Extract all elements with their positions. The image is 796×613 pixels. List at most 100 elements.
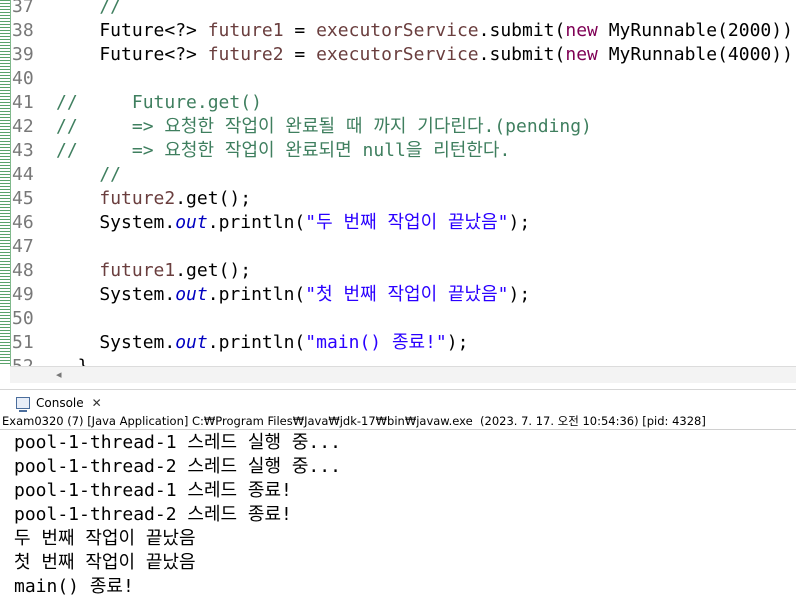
code-text: } xyxy=(56,355,89,366)
line-number: 38 xyxy=(12,20,34,41)
code-token: .get(); xyxy=(175,260,252,281)
code-token: // Future.get() xyxy=(56,92,262,113)
code-token: out xyxy=(175,284,208,305)
console-tab-bar: Console ✕ xyxy=(0,389,796,414)
code-token: // => 요청한 작업이 완료되면 null을 리턴한다. xyxy=(56,140,511,161)
code-line: 52 } xyxy=(0,355,796,366)
code-token: out xyxy=(175,332,208,353)
code-text: future2.get(); xyxy=(56,187,251,211)
code-token: future1 xyxy=(99,260,176,281)
console-icon xyxy=(16,397,30,412)
line-number: 43 xyxy=(12,140,34,161)
console-output-line: main() 종료! xyxy=(14,576,134,597)
code-token: // xyxy=(56,164,122,185)
code-text: // => 요청한 작업이 완료될 때 까지 기다린다.(pending) xyxy=(56,115,592,139)
code-line: 48 future1.get(); xyxy=(0,259,796,283)
code-token: .println( xyxy=(207,332,306,353)
close-icon[interactable]: ✕ xyxy=(92,396,102,410)
console-output[interactable]: pool-1-thread-1 스레드 실행 중... pool-1-thread… xyxy=(14,431,796,599)
code-token: .submit( xyxy=(478,44,566,65)
code-line: 41 // Future.get() xyxy=(0,91,796,115)
code-token: Future<?> xyxy=(56,20,208,41)
code-text: Future<?> future2 = executorService.subm… xyxy=(56,43,796,67)
line-number: 51 xyxy=(12,332,34,353)
code-token: .submit( xyxy=(478,20,566,41)
line-number: 40 xyxy=(12,68,34,89)
code-token: .println( xyxy=(207,284,306,305)
line-number: 45 xyxy=(12,188,34,209)
console-output-line: pool-1-thread-2 스레드 실행 중... xyxy=(14,456,341,477)
line-number: 37 xyxy=(12,0,34,17)
code-token: "첫 번째 작업이 끝났음" xyxy=(305,284,509,305)
code-text: // xyxy=(56,0,121,19)
code-line: 37 // xyxy=(0,0,796,19)
code-token: MyRunnable(4000)); xyxy=(597,44,796,65)
code-token: "두 번째 작업이 끝났음" xyxy=(305,212,509,233)
console-output-line: pool-1-thread-2 스레드 종료! xyxy=(14,504,292,525)
code-text: // Future.get() xyxy=(56,91,262,115)
code-token: System. xyxy=(56,284,176,305)
code-token: ); xyxy=(508,212,531,233)
code-token: new xyxy=(565,44,598,65)
code-token: ); xyxy=(446,332,469,353)
code-token: System. xyxy=(56,212,176,233)
code-token: MyRunnable(2000)); xyxy=(597,20,796,41)
code-line: 43 // => 요청한 작업이 완료되면 null을 리턴한다. xyxy=(0,139,796,163)
code-token: = xyxy=(283,20,317,41)
code-text: System.out.println("첫 번째 작업이 끝났음"); xyxy=(56,283,530,307)
code-token: } xyxy=(56,356,89,366)
line-number: 46 xyxy=(12,212,34,233)
console-output-line: pool-1-thread-1 스레드 실행 중... xyxy=(14,432,341,453)
code-token: out xyxy=(175,212,208,233)
code-line: 46 System.out.println("두 번째 작업이 끝났음"); xyxy=(0,211,796,235)
code-token: future2 xyxy=(207,44,284,65)
code-token: // xyxy=(56,0,122,17)
code-line: 49 System.out.println("첫 번째 작업이 끝났음"); xyxy=(0,283,796,307)
code-line: 47 xyxy=(0,235,796,259)
code-line: 45 future2.get(); xyxy=(0,187,796,211)
code-editor[interactable]: 37 //38 Future<?> future1 = executorServ… xyxy=(0,0,796,366)
line-number: 41 xyxy=(12,92,34,113)
code-line: 38 Future<?> future1 = executorService.s… xyxy=(0,19,796,43)
code-line: 40 xyxy=(0,67,796,91)
code-token: executorService xyxy=(316,20,479,41)
editor-horizontal-scrollbar[interactable]: ◂ xyxy=(10,366,796,383)
code-token: new xyxy=(565,20,598,41)
code-token: System. xyxy=(56,332,176,353)
code-text: Future<?> future1 = executorService.subm… xyxy=(56,19,796,43)
code-token: ); xyxy=(508,284,531,305)
code-text: System.out.println("main() 종료!"); xyxy=(56,331,468,355)
line-number: 49 xyxy=(12,284,34,305)
code-token: .println( xyxy=(207,212,306,233)
code-line: 39 Future<?> future2 = executorService.s… xyxy=(0,43,796,67)
console-output-line: 첫 번째 작업이 끝났음 xyxy=(14,552,196,573)
code-token: .get(); xyxy=(175,188,252,209)
line-number: 42 xyxy=(12,116,34,137)
code-token: executorService xyxy=(316,44,479,65)
launch-info: Exam0320 (7) [Java Application] C:₩Progr… xyxy=(0,413,796,430)
code-token: "main() 종료!" xyxy=(305,332,447,353)
code-token: future1 xyxy=(207,20,284,41)
console-output-line: 두 번째 작업이 끝났음 xyxy=(14,528,196,549)
code-line: 44 // xyxy=(0,163,796,187)
line-number: 39 xyxy=(12,44,34,65)
code-token: future2 xyxy=(99,188,176,209)
console-output-line: pool-1-thread-1 스레드 종료! xyxy=(14,480,292,501)
console-tab[interactable]: Console ✕ xyxy=(16,393,102,413)
code-text: System.out.println("두 번째 작업이 끝났음"); xyxy=(56,211,530,235)
line-number: 50 xyxy=(12,308,34,329)
console-tab-label: Console xyxy=(36,396,84,410)
code-token: = xyxy=(283,44,317,65)
scroll-left-arrow-icon[interactable]: ◂ xyxy=(56,368,62,381)
line-number: 48 xyxy=(12,260,34,281)
code-line: 51 System.out.println("main() 종료!"); xyxy=(0,331,796,355)
line-number: 47 xyxy=(12,236,34,257)
code-token: // => 요청한 작업이 완료될 때 까지 기다린다.(pending) xyxy=(56,116,592,137)
code-token: Future<?> xyxy=(56,44,208,65)
code-text: // xyxy=(56,163,121,187)
code-line: 42 // => 요청한 작업이 완료될 때 까지 기다린다.(pending) xyxy=(0,115,796,139)
line-number: 52 xyxy=(12,355,46,366)
code-line: 50 xyxy=(0,307,796,331)
